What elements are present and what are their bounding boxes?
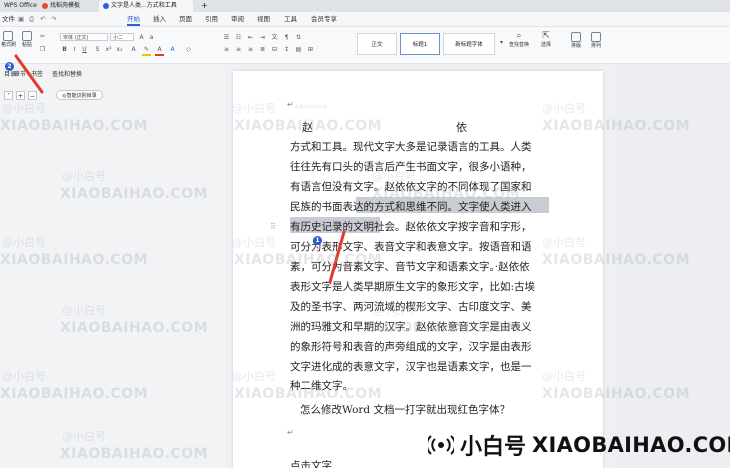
watermark-cn: @小白号 [232, 370, 276, 383]
watermark-url: XIAOBAIHAO.COM [542, 252, 691, 268]
watermark-cn: @小白号 [2, 102, 46, 115]
broadcast-icon [428, 435, 454, 455]
watermark-url: XIAOBAIHAO.COM [234, 252, 383, 268]
watermark-url: XIAOBAIHAO.COM [60, 446, 209, 462]
watermark-cn: @小白号 [62, 304, 106, 317]
watermark-url: XIAOBAIHAO.COM [60, 186, 209, 202]
step-badge-2: 2 [5, 62, 14, 71]
watermark-url: XIAOBAIHAO.COM [0, 252, 149, 268]
red-arrow-ribbon [14, 54, 44, 94]
watermark-cn: @小白号 [542, 370, 586, 383]
step-badge-1: 1 [313, 236, 322, 245]
watermark-cn: @小白号 [2, 236, 46, 249]
watermark-url: XIAOBAIHAO.COM [372, 320, 521, 336]
watermark-cn: @小白号 [232, 236, 276, 249]
brand-name: 小白号 [460, 435, 527, 460]
watermark-cn: @小白号 [62, 430, 106, 443]
watermark-cn: @小白号 [2, 370, 46, 383]
watermark-cn: @小白号 [372, 170, 416, 183]
watermark-cn: @小白号 [542, 102, 586, 115]
watermark-cn: @小白号 [62, 170, 106, 183]
watermark-cn: @小白号 [372, 304, 416, 317]
watermark-cn: @小白号 [542, 236, 586, 249]
watermark-url: XIAOBAIHAO.COM [0, 118, 149, 134]
watermark-small: 免费分享优质资源 [295, 104, 327, 109]
watermark-url: XIAOBAIHAO.COM [542, 386, 691, 402]
watermark-cn: @小白号 [232, 102, 276, 115]
brand-url: XIAOBAIHAO.COM [532, 433, 730, 457]
watermark-url: XIAOBAIHAO.COM [542, 118, 691, 134]
watermark-url: XIAOBAIHAO.COM [234, 118, 383, 134]
watermark-url: XIAOBAIHAO.COM [0, 386, 149, 402]
brand-logo: 小白号 XIAOBAIHAO.COM [428, 431, 730, 460]
watermark-url: XIAOBAIHAO.COM [372, 186, 521, 202]
watermark-url: XIAOBAIHAO.COM [234, 386, 383, 402]
watermark-url: XIAOBAIHAO.COM [60, 320, 209, 336]
